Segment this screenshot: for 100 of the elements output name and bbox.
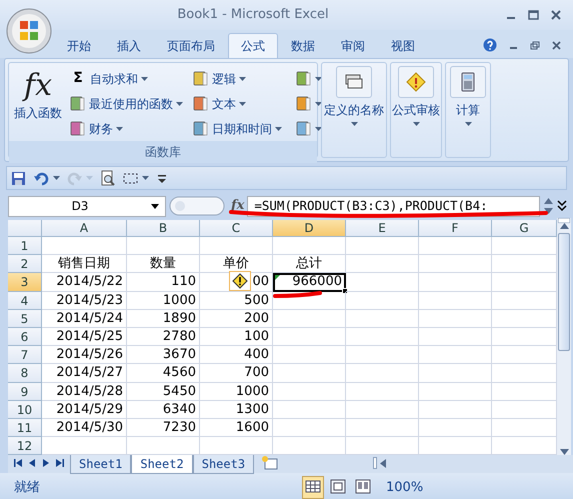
scroll-up-icon[interactable] bbox=[560, 223, 568, 229]
row-header[interactable]: 12 bbox=[8, 437, 42, 456]
column-header[interactable]: G bbox=[492, 220, 557, 237]
caret-icon bbox=[464, 122, 472, 126]
page-break-icon bbox=[355, 479, 371, 494]
column-header[interactable]: F bbox=[419, 220, 492, 237]
table-cell: 销售日期 bbox=[42, 255, 127, 274]
name-box[interactable]: D3 bbox=[8, 196, 166, 216]
table-cell: 7230 bbox=[127, 418, 200, 438]
sheet-tab[interactable]: Sheet3 bbox=[192, 455, 254, 474]
ribbon-tab[interactable]: 数据 bbox=[278, 33, 328, 58]
scroll-thumb[interactable] bbox=[558, 233, 570, 351]
splitter-handle[interactable] bbox=[169, 196, 225, 216]
table-cell: 1300 bbox=[200, 400, 273, 419]
quick-access-button[interactable] bbox=[99, 170, 116, 186]
table-cell: 00 bbox=[200, 273, 273, 292]
close-icon[interactable] bbox=[552, 40, 561, 50]
split-handle[interactable] bbox=[558, 218, 570, 223]
ribbon-button[interactable]: 逻辑 bbox=[190, 66, 284, 91]
row-header[interactable]: 4 bbox=[8, 292, 42, 310]
table-cell: 2014/5/28 bbox=[42, 382, 127, 401]
last-sheet-icon[interactable] bbox=[56, 458, 64, 468]
column-header[interactable]: A bbox=[42, 220, 127, 237]
caret-icon bbox=[239, 102, 246, 106]
quick-access-button[interactable] bbox=[10, 170, 27, 186]
previous-sheet-icon[interactable] bbox=[28, 458, 36, 468]
ribbon-tab[interactable]: 视图 bbox=[378, 33, 428, 58]
book-icon bbox=[295, 120, 312, 137]
ribbon-tab[interactable]: 审阅 bbox=[328, 33, 378, 58]
ribbon-button[interactable]: 文本 bbox=[190, 91, 284, 116]
expand-icon[interactable] bbox=[557, 200, 567, 212]
save-icon bbox=[10, 170, 27, 186]
table-cell: 2014/5/23 bbox=[42, 292, 127, 310]
table-cell: 2014/5/30 bbox=[42, 418, 127, 438]
fill-handle[interactable] bbox=[342, 288, 348, 294]
dropdown-caret-icon[interactable] bbox=[151, 204, 159, 208]
row-header[interactable]: 11 bbox=[8, 418, 42, 438]
book-icon bbox=[192, 120, 209, 137]
maximize-icon[interactable] bbox=[528, 10, 539, 20]
caret-icon bbox=[315, 126, 322, 130]
column-header[interactable]: E bbox=[346, 220, 419, 237]
first-sheet-icon[interactable] bbox=[14, 458, 22, 468]
row-header[interactable]: 8 bbox=[8, 364, 42, 382]
ribbon-tab[interactable]: 插入 bbox=[104, 33, 154, 58]
row-header[interactable]: 7 bbox=[8, 346, 42, 364]
table-cell: 2014/5/29 bbox=[42, 400, 127, 419]
row-header[interactable]: 10 bbox=[8, 400, 42, 419]
caret-icon bbox=[412, 122, 420, 126]
row-header[interactable]: 5 bbox=[8, 310, 42, 328]
table-cell: 700 bbox=[200, 364, 273, 382]
ribbon-button[interactable]: 财务 bbox=[67, 116, 185, 141]
restore-icon[interactable] bbox=[530, 40, 540, 50]
column-header[interactable]: B bbox=[127, 220, 200, 237]
group-label: 函数库 bbox=[9, 141, 317, 163]
table-cell: 2014/5/25 bbox=[42, 328, 127, 346]
table-cell: 100 bbox=[200, 328, 273, 346]
book-icon bbox=[295, 95, 312, 112]
split-handle[interactable] bbox=[373, 457, 377, 470]
row-header[interactable]: 1 bbox=[8, 237, 42, 256]
table-cell: 6340 bbox=[127, 400, 200, 419]
new-sheet-icon[interactable] bbox=[260, 455, 280, 472]
page-layout-icon bbox=[330, 479, 346, 494]
table-cell: 2014/5/24 bbox=[42, 310, 127, 328]
table-cell: 2014/5/26 bbox=[42, 346, 127, 364]
zoom-level[interactable]: 100% bbox=[386, 478, 424, 497]
row-header[interactable]: 2 bbox=[8, 255, 42, 274]
help-icon[interactable] bbox=[483, 38, 497, 52]
scroll-left-icon[interactable] bbox=[380, 458, 386, 468]
sheet-tab[interactable]: Sheet1 bbox=[70, 455, 132, 474]
insert-function-button[interactable]: fx 插入函数 bbox=[12, 66, 64, 141]
ribbon-button[interactable]: Σ 自动求和 bbox=[67, 66, 185, 91]
sheet-tab[interactable]: Sheet2 bbox=[131, 455, 193, 474]
normal-view-icon bbox=[305, 479, 321, 494]
table-cell: 1000 bbox=[127, 292, 200, 310]
table-cell: 1600 bbox=[200, 418, 273, 438]
next-sheet-icon[interactable] bbox=[42, 458, 50, 468]
warning-icon bbox=[405, 71, 427, 93]
row-header[interactable]: 3 bbox=[8, 273, 42, 292]
row-header[interactable]: 9 bbox=[8, 382, 42, 401]
ribbon-button[interactable]: 最近使用的函数 bbox=[67, 91, 185, 116]
table-cell: 110 bbox=[127, 273, 200, 292]
close-icon[interactable] bbox=[551, 10, 561, 20]
book-icon bbox=[69, 120, 86, 137]
view-button[interactable] bbox=[302, 476, 324, 499]
print-preview-icon bbox=[99, 170, 116, 186]
table-cell: 1000 bbox=[200, 382, 273, 401]
ribbon-tab[interactable]: 页面布局 bbox=[154, 33, 228, 58]
column-header[interactable]: C bbox=[200, 220, 273, 237]
row-header[interactable]: 6 bbox=[8, 328, 42, 346]
error-warning-button[interactable] bbox=[229, 270, 252, 291]
table-cell: 4560 bbox=[127, 364, 200, 382]
column-header[interactable]: D bbox=[273, 220, 346, 237]
insert-function-button[interactable]: fx bbox=[231, 196, 244, 216]
table-cell: 500 bbox=[200, 292, 273, 310]
ribbon-tab[interactable]: 公式 bbox=[228, 33, 278, 58]
table-cell: 3670 bbox=[127, 346, 200, 364]
vertical-scrollbar[interactable] bbox=[557, 218, 571, 456]
ribbon-tab[interactable]: 开始 bbox=[54, 33, 104, 58]
table-cell: 数量 bbox=[127, 255, 200, 274]
ribbon-button[interactable]: 日期和时间 bbox=[190, 116, 284, 141]
